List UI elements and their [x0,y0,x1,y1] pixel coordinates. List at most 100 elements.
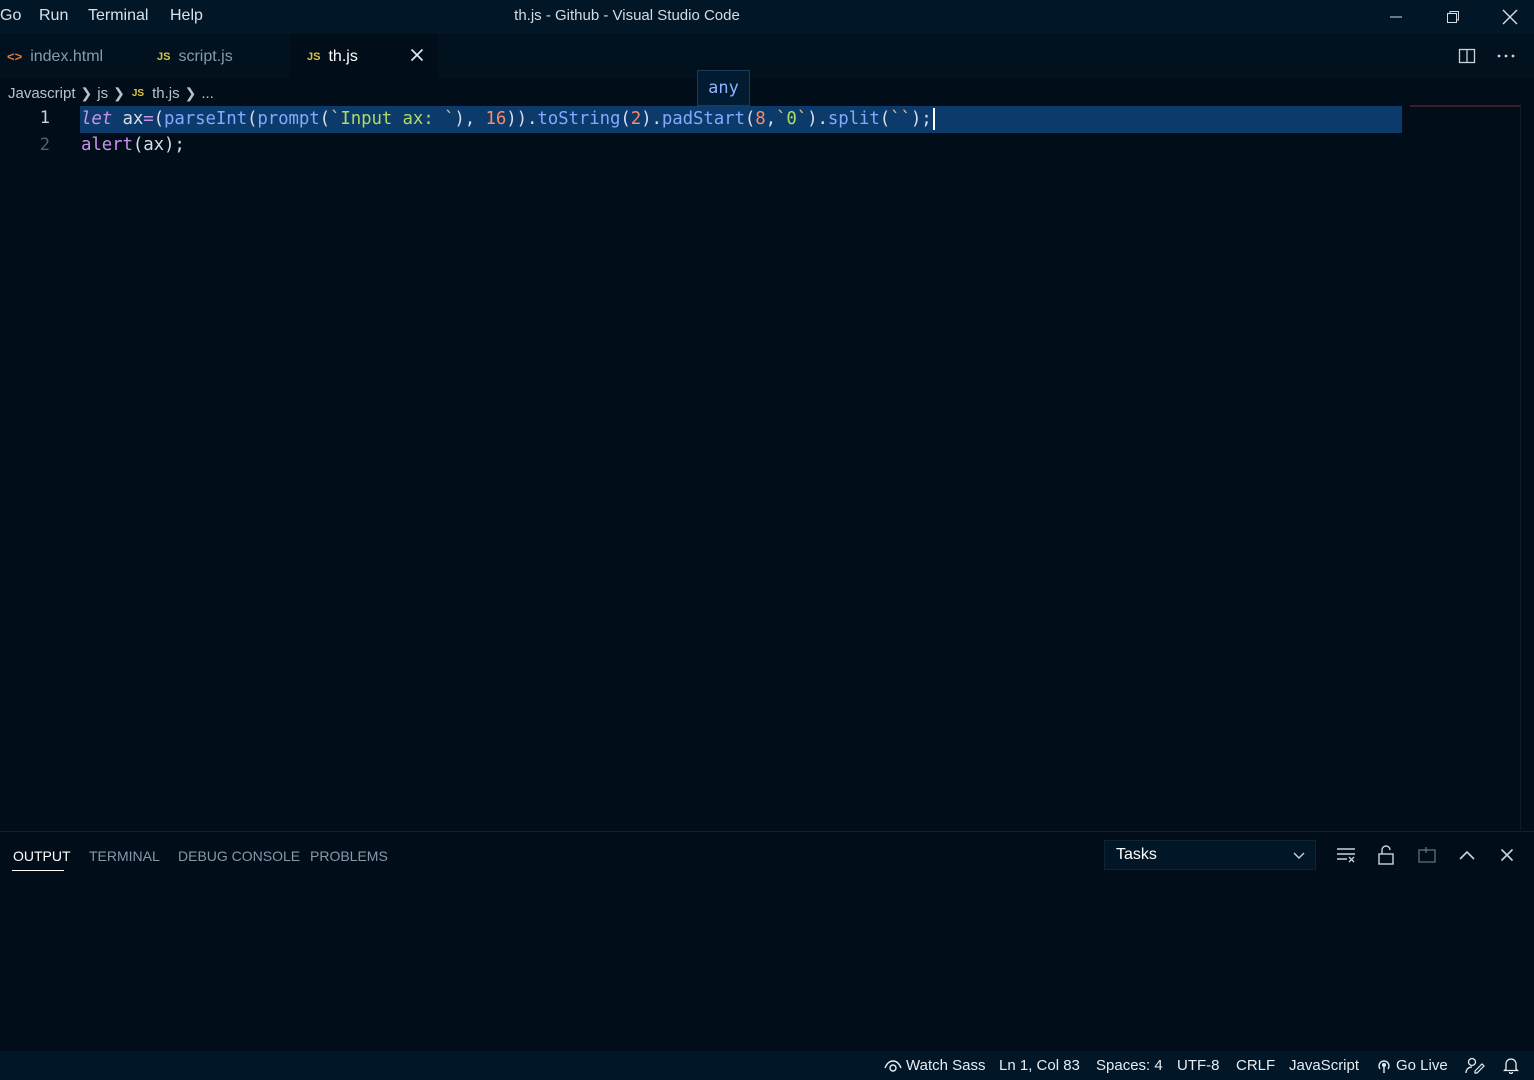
restore-button[interactable] [1425,0,1481,34]
tab-index-html[interactable]: <> index.html [0,35,138,78]
close-icon [1500,848,1514,862]
indentation[interactable]: Spaces: 4 [1096,1057,1163,1074]
status-bar: Watch Sass Ln 1, Col 83 Spaces: 4 UTF-8 … [0,1051,1534,1080]
tab-label: th.js [328,47,358,65]
token-punctuation: ). [807,109,828,129]
js-file-icon: JS [307,50,321,63]
open-log-button[interactable] [1414,842,1440,868]
token-punctuation: ( [319,109,330,129]
token-keyword: let [81,109,113,129]
split-editor-icon [1458,48,1476,64]
tab-th-js[interactable]: JS th.js [290,35,438,78]
encoding[interactable]: UTF-8 [1177,1057,1220,1074]
line-number: 2 [39,135,50,155]
html-file-icon: <> [7,49,23,64]
close-panel-button[interactable] [1494,842,1520,868]
token-punctuation: ). [641,109,662,129]
breadcrumb-folder[interactable]: js [97,85,108,102]
tab-label: index.html [30,47,104,65]
go-live-button[interactable]: Go Live [1376,1057,1448,1074]
tab-terminal[interactable]: TERMINAL [89,848,160,864]
cursor-position[interactable]: Ln 1, Col 83 [999,1057,1080,1074]
tab-debug-console[interactable]: DEBUG CONSOLE [178,848,300,864]
chevron-right-icon: ❯ [184,84,197,101]
line-number: 1 [39,108,50,128]
output-channel-select[interactable]: Tasks [1104,840,1316,870]
token-variable: ax [143,135,164,155]
token-method: toString [537,109,621,129]
token-punctuation: ), [454,109,476,129]
text-cursor [932,108,935,130]
chevron-down-icon [1293,852,1305,859]
chevron-up-icon [1459,850,1475,860]
feedback-button[interactable] [1465,1056,1485,1074]
language-mode[interactable]: JavaScript [1289,1057,1359,1074]
token-punctuation: ( [246,109,258,129]
token-function: parseInt [164,109,247,129]
token-punctuation: )). [506,109,538,129]
notifications-button[interactable] [1503,1056,1519,1074]
token-punctuation: ( [620,109,631,129]
token-punctuation: ( [879,109,891,129]
tab-problems[interactable]: PROBLEMS [310,848,388,864]
close-window-button[interactable] [1482,0,1534,34]
title-bar: Go Run Terminal Help th.js - Github - Vi… [0,0,1534,34]
token-string-quote: ` [775,109,787,129]
watch-sass-label: Watch Sass [906,1057,986,1074]
unlock-icon [1378,845,1394,865]
token-string-quote: ` [444,109,455,129]
tab-script-js[interactable]: JS script.js [139,35,289,78]
close-tab-button[interactable] [408,46,426,64]
js-file-icon: JS [131,87,145,99]
token-function: prompt [257,109,320,129]
bell-icon [1503,1058,1519,1074]
code-line-1[interactable]: let ax=(parseInt(prompt(`Input ax: `), 1… [81,108,935,130]
select-value: Tasks [1116,846,1157,863]
token-operator: = [143,109,154,129]
token-punctuation: ( [132,135,144,155]
tab-bar: <> index.html JS script.js JS th.js [0,35,1534,78]
token-punctuation: ); [163,135,185,155]
token-function: alert [81,135,133,155]
breadcrumb-root[interactable]: Javascript [8,85,76,102]
tab-output[interactable]: OUTPUT [13,848,71,864]
chevron-right-icon: ❯ [113,84,125,101]
breadcrumb-more[interactable]: ... [201,85,214,102]
clear-output-icon [1337,848,1355,863]
token-variable: ax [122,109,144,129]
close-icon [1502,9,1518,25]
restore-icon [1447,11,1459,23]
token-method: split [827,109,880,129]
breadcrumb-file[interactable]: th.js [152,85,180,102]
breadcrumb: Javascript ❯ js ❯ JS th.js ❯ ... [8,83,214,103]
token-string-quote: ` [796,109,808,129]
watch-sass-button[interactable]: Watch Sass [884,1057,985,1074]
split-editor-button[interactable] [1455,45,1479,67]
maximize-panel-button[interactable] [1454,842,1480,868]
token-punctuation: ( [153,109,164,129]
window-title: th.js - Github - Visual Studio Code [514,7,740,24]
lock-scroll-button[interactable] [1373,842,1399,868]
js-file-icon: JS [157,50,171,63]
ellipsis-icon [1497,54,1515,58]
token-string-quote: `` [890,109,911,129]
feedback-icon [1465,1057,1485,1074]
vertical-scrollbar[interactable] [1520,104,1534,830]
broadcast-icon [1378,1059,1390,1073]
minimize-icon [1390,16,1402,18]
token-number: 2 [630,109,642,129]
go-live-label: Go Live [1396,1057,1448,1074]
end-of-line[interactable]: CRLF [1236,1057,1275,1074]
code-editor[interactable]: 1 2 let ax=(parseInt(prompt(`Input ax: `… [0,104,1520,830]
token-punctuation: ); [910,109,932,129]
more-actions-button[interactable] [1494,45,1518,67]
minimize-button[interactable] [1368,0,1424,34]
token-string-quote: ` [329,109,341,129]
token-number: 16 [485,109,507,129]
close-icon [410,48,424,62]
code-line-2[interactable]: alert(ax); [81,135,185,155]
minimap-indicator [1410,105,1520,107]
token-number: 8 [755,109,766,129]
clear-output-button[interactable] [1333,842,1359,868]
open-in-editor-icon [1418,847,1436,863]
